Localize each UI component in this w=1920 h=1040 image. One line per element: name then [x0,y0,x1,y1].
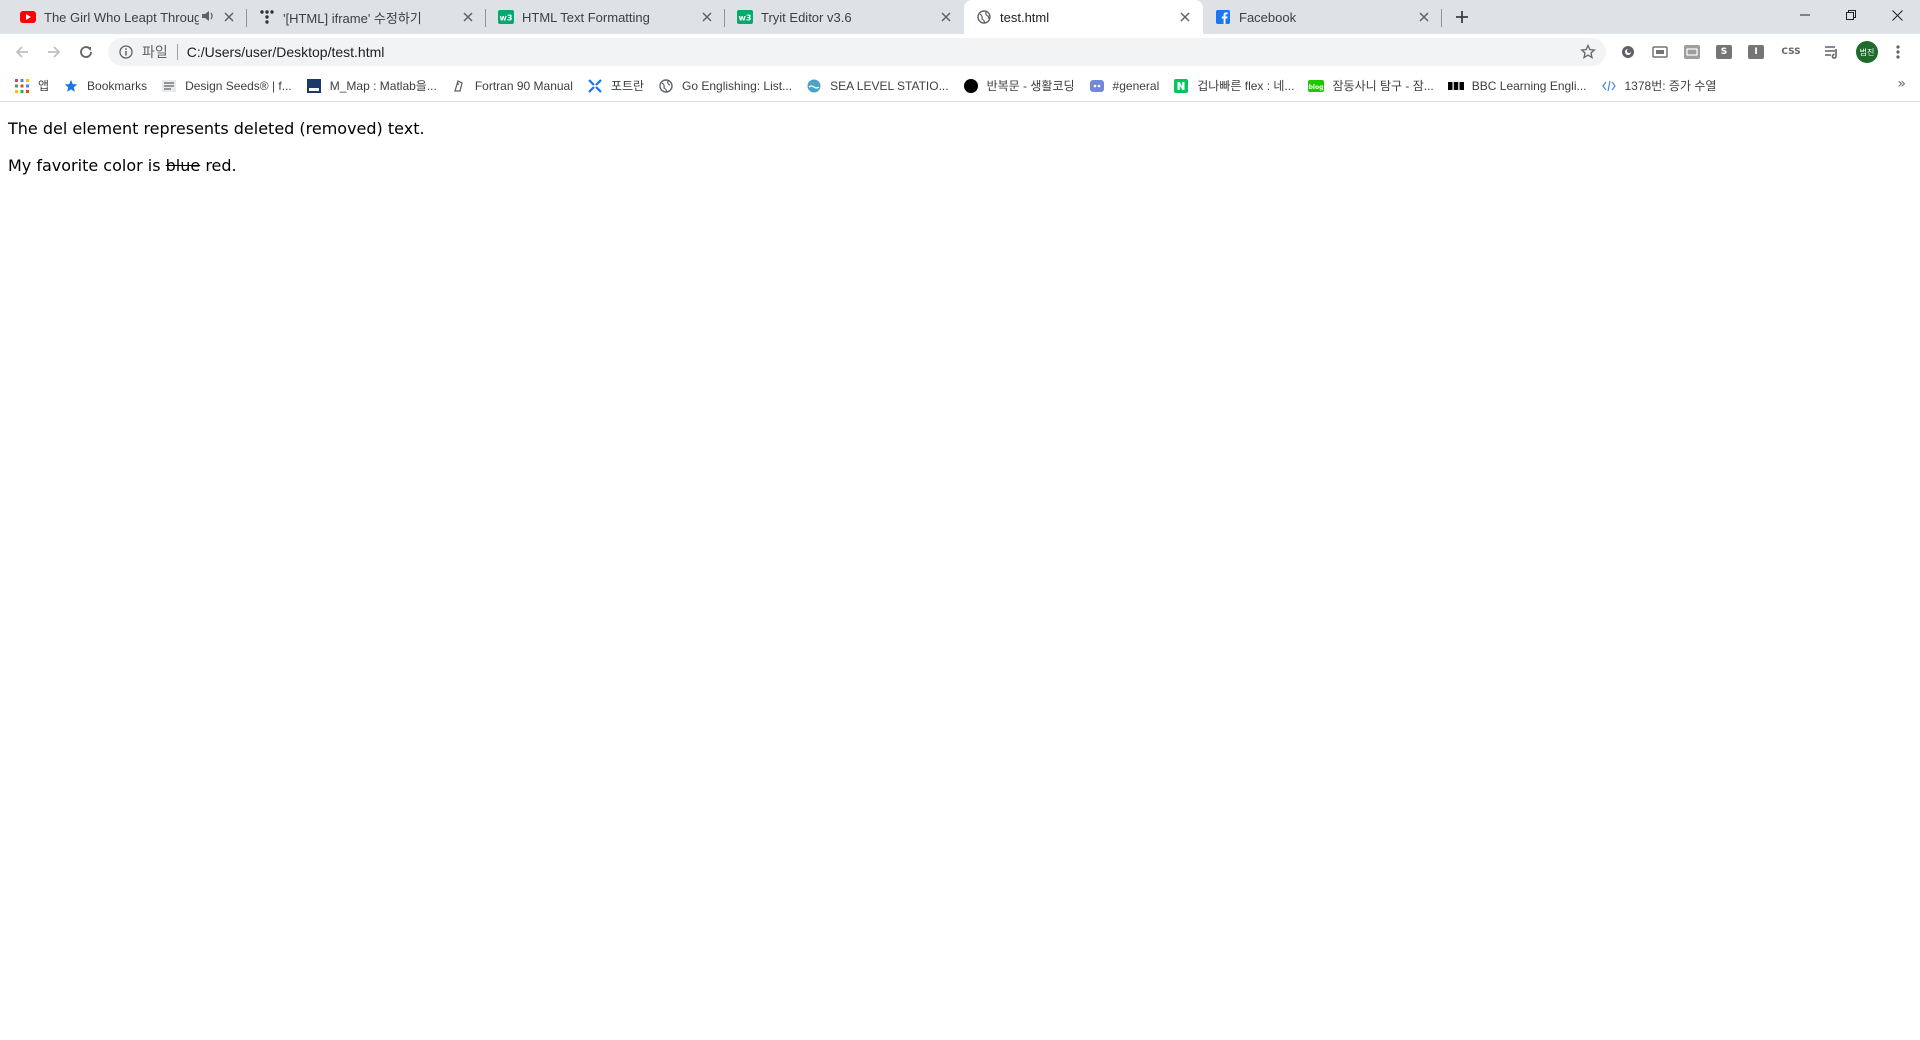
scheme-label: 파일 [142,44,168,60]
close-icon[interactable] [1416,9,1432,25]
naver-icon [1173,78,1189,94]
blog-icon: blog [1308,78,1325,94]
forward-button[interactable] [40,38,68,66]
reload-button[interactable] [72,38,100,66]
tab-title: The Girl Who Leapt Through Time [44,9,199,25]
bookmark-general[interactable]: #general [1083,74,1166,98]
minimize-icon [1800,14,1810,16]
screen-ext-icon[interactable] [1650,42,1670,62]
bookmark-opentutorials[interactable]: 반복문 - 생활코딩 [957,74,1081,98]
bookmarks-bar: 앱 Bookmarks Design Seeds® | f... M_Map :… [0,70,1920,102]
fortran-icon [451,78,467,94]
audio-playing-icon[interactable] [201,10,217,25]
bbc-icon [1447,78,1464,94]
bookmark-design-seeds[interactable]: Design Seeds® | f... [155,74,298,98]
rss-ext-icon[interactable] [1682,42,1702,62]
facebook-icon [1215,9,1231,25]
tab-separator [1441,9,1442,27]
profile-avatar[interactable]: 범진 [1856,41,1878,63]
favorite-color-suffix: red. [200,156,237,175]
code-icon [1601,78,1617,94]
bookmark-blog[interactable]: blog 잠동사니 탐구 - 잠... [1302,74,1439,98]
tab-title: Tryit Editor v3.6 [761,9,852,25]
compass-icon [587,78,603,94]
bookmark-fortran-manual[interactable]: Fortran 90 Manual [445,74,579,98]
close-icon[interactable] [221,9,237,25]
arrow-right-icon [48,46,61,58]
w3schools-icon: w3 [737,9,753,25]
new-tab-button[interactable] [1448,3,1476,31]
tistory-icon [259,9,275,25]
info-icon[interactable] [118,44,134,60]
tab-html-text-formatting[interactable]: w3 HTML Text Formatting [486,0,725,34]
tab-tryit-editor[interactable]: w3 Tryit Editor v3.6 [725,0,964,34]
tab-strip: The Girl Who Leapt Through Time '[HTML] … [0,0,1920,34]
media-queue-icon[interactable] [1822,42,1842,62]
close-icon[interactable] [1177,9,1193,25]
tab-tistory[interactable]: '[HTML] iframe' 수정하기 [247,0,486,34]
reload-icon [80,46,92,58]
s-ext-icon[interactable]: S [1714,42,1734,62]
globe-icon [658,78,674,94]
close-icon[interactable] [938,9,954,25]
address-bar[interactable]: 파일 C:/Users/user/Desktop/test.html [108,38,1606,66]
tab-test-html[interactable]: test.html [964,0,1203,34]
i-ext-icon[interactable]: I [1746,42,1766,62]
tab-title: HTML Text Formatting [522,9,650,25]
star-icon [63,78,79,94]
tab-title: Facebook [1239,9,1297,25]
back-button[interactable] [8,38,36,66]
svg-text:w3: w3 [739,14,752,23]
close-window-button[interactable] [1874,0,1920,30]
bookmark-bbc-learning[interactable]: BBC Learning Engli... [1442,74,1593,98]
circle-ext-icon[interactable] [1618,42,1638,62]
omnibox-divider [176,44,178,60]
restore-button[interactable] [1828,0,1874,30]
tab-title: test.html [1000,9,1050,25]
sea-level-icon [806,78,822,94]
discord-icon [1089,78,1105,94]
bookmark-go-englishing[interactable]: Go Englishing: List... [652,74,798,98]
window-controls [1782,0,1920,30]
design-seeds-icon [161,78,177,94]
bookmark-flex-naver[interactable]: 겁나빠른 flex : 네... [1167,74,1300,98]
bookmark-star-icon[interactable] [1578,42,1598,62]
favorite-color-prefix: My favorite color is [8,156,166,175]
bookmark-sea-level[interactable]: SEA LEVEL STATIO... [800,74,955,98]
plus-icon [1456,11,1468,23]
svg-text:blog: blog [1309,84,1324,91]
paragraph-favorite-color: My favorite color is blue red. [8,156,1912,176]
bookmark-baekjoon-1378[interactable]: 1378번: 증가 수열 [1595,74,1723,98]
apps-grid-icon [14,78,30,94]
w3schools-icon: w3 [498,9,514,25]
css-ext-icon[interactable]: CSS [1778,42,1804,62]
tab-facebook[interactable]: Facebook [1203,0,1442,34]
bookmark-m-map[interactable]: M_Map : Matlab을... [300,74,443,98]
map-icon [306,78,322,94]
menu-kebab-icon[interactable] [1888,42,1908,62]
tab-title: '[HTML] iframe' 수정하기 [283,10,422,26]
close-icon[interactable] [460,9,476,25]
url-text[interactable]: C:/Users/user/Desktop/test.html [187,44,1578,60]
black-circle-icon [963,78,979,94]
svg-text:w3: w3 [500,14,513,23]
minimize-button[interactable] [1782,0,1828,30]
tab-youtube[interactable]: The Girl Who Leapt Through Time [8,0,247,34]
restore-icon [1846,10,1856,20]
browser-toolbar: 파일 C:/Users/user/Desktop/test.html S I C… [0,34,1920,70]
bookmarks-overflow-chevron-icon[interactable]: » [1897,76,1906,92]
close-window-icon [1891,9,1903,21]
bookmark-apps[interactable]: 앱 [8,74,55,98]
tab-list: The Girl Who Leapt Through Time '[HTML] … [0,0,1442,34]
bookmark-fortran-kr[interactable]: 포트란 [581,74,650,98]
close-icon[interactable] [699,9,715,25]
page-viewport: The del element represents deleted (remo… [0,103,1920,1040]
globe-icon [976,9,992,25]
paragraph-del-description: The del element represents deleted (remo… [8,119,425,138]
youtube-icon [20,9,36,25]
bookmark-bookmarks[interactable]: Bookmarks [57,74,153,98]
arrow-left-icon [15,46,28,58]
deleted-text: blue [165,156,201,175]
